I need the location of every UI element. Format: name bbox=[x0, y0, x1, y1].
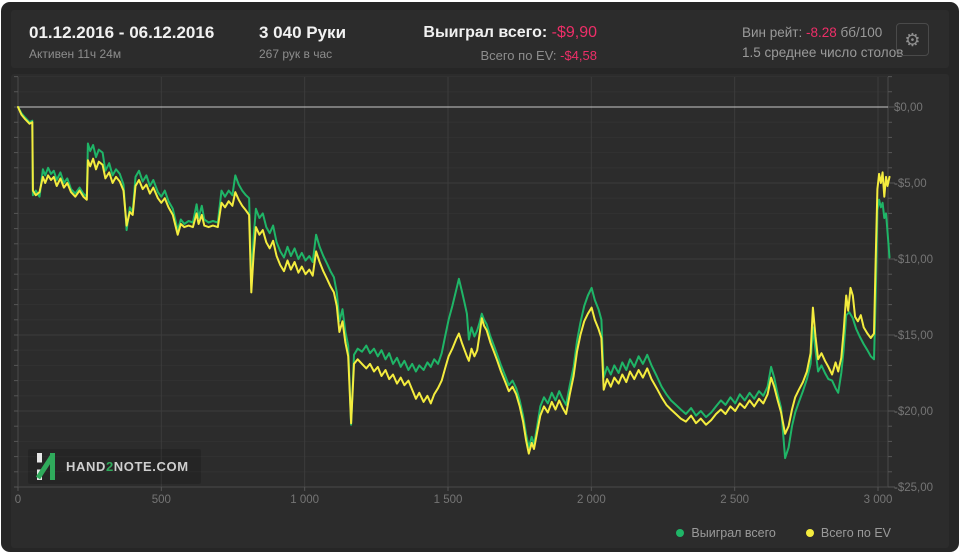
legend-item-won-total[interactable]: Выиграл всего bbox=[676, 526, 776, 540]
hand2note-logo-icon bbox=[35, 453, 56, 480]
app-window: 01.12.2016 - 06.12.2016 Активен 11ч 24м … bbox=[1, 2, 959, 552]
y-axis-tick-label: -$20,00 bbox=[894, 406, 933, 418]
yellow-series-dot-icon bbox=[805, 529, 814, 537]
x-axis-tick-label: 500 bbox=[152, 494, 171, 506]
legend-label: Всего по EV bbox=[820, 526, 891, 540]
logo-text-accent: 2 bbox=[105, 459, 114, 474]
logo-text-post: NOTE.COM bbox=[113, 459, 189, 474]
y-axis-tick-label: $0,00 bbox=[894, 102, 923, 114]
chart-legend: Выиграл всего Всего по EV bbox=[676, 526, 891, 540]
series-line-won-total bbox=[17, 106, 891, 460]
series-line-ev-total bbox=[17, 106, 891, 455]
x-axis-tick-label: 1 000 bbox=[290, 494, 319, 506]
x-axis-tick-label: 1 500 bbox=[434, 494, 463, 506]
hand2note-watermark: HAND2NOTE.COM bbox=[28, 449, 201, 484]
legend-label: Выиграл всего bbox=[691, 526, 776, 540]
green-series-dot-icon bbox=[676, 529, 685, 537]
hand2note-logo-text: HAND2NOTE.COM bbox=[66, 459, 189, 474]
y-axis-tick-label: -$25,00 bbox=[894, 482, 933, 494]
x-axis-tick-label: 0 bbox=[15, 494, 21, 506]
x-axis-tick-label: 3 000 bbox=[864, 494, 893, 506]
y-axis-tick-label: -$10,00 bbox=[894, 254, 933, 266]
x-axis-tick-label: 2 500 bbox=[720, 494, 749, 506]
y-axis-tick-label: -$15,00 bbox=[894, 330, 933, 342]
legend-item-ev-total[interactable]: Всего по EV bbox=[805, 526, 891, 540]
y-axis-tick-label: -$5,00 bbox=[894, 178, 927, 190]
logo-text-pre: HAND bbox=[66, 459, 106, 474]
x-axis-tick-label: 2 000 bbox=[577, 494, 606, 506]
